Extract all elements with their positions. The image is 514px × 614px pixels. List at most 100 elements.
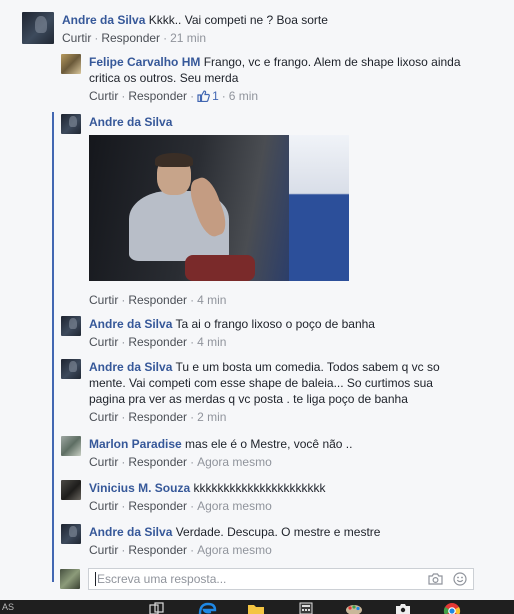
comment-author[interactable]: Andre da Silva bbox=[89, 317, 172, 331]
taskbar: AS bbox=[0, 600, 514, 614]
reply-comment: Felipe Carvalho HM Frango, vc e frango. … bbox=[61, 54, 465, 105]
comment-actions: Curtir · Responder · Agora mesmo bbox=[89, 497, 469, 515]
reply-placeholder: Escreva uma resposta... bbox=[97, 572, 227, 586]
comment-time[interactable]: Agora mesmo bbox=[197, 543, 272, 557]
reply-link[interactable]: Responder bbox=[128, 499, 187, 513]
camera-icon[interactable] bbox=[428, 573, 443, 585]
folder-icon[interactable] bbox=[246, 602, 266, 614]
separator: · bbox=[163, 31, 168, 45]
comment-actions: Curtir · Responder · 4 min bbox=[89, 291, 469, 309]
comment-time[interactable]: Agora mesmo bbox=[197, 499, 272, 513]
reply-link[interactable]: Responder bbox=[128, 455, 187, 469]
comment-text: Verdade. Descupa. O mestre e mestre bbox=[175, 525, 381, 539]
reply-link[interactable]: Responder bbox=[128, 335, 187, 349]
comment-text: mas ele é o Mestre, você não .. bbox=[185, 437, 353, 451]
calculator-icon[interactable] bbox=[296, 602, 316, 614]
comment-time[interactable]: 4 min bbox=[197, 293, 226, 307]
separator: · bbox=[190, 410, 195, 424]
comment-time[interactable]: 6 min bbox=[229, 89, 258, 103]
text-caret bbox=[95, 572, 96, 586]
chrome-icon[interactable] bbox=[442, 602, 462, 614]
smiley-icon[interactable] bbox=[453, 572, 467, 586]
like-link[interactable]: Curtir bbox=[89, 89, 118, 103]
paint-icon[interactable] bbox=[344, 602, 364, 614]
separator: · bbox=[121, 293, 126, 307]
avatar[interactable] bbox=[22, 12, 54, 44]
separator: · bbox=[121, 499, 126, 513]
comment-author[interactable]: Andre da Silva bbox=[89, 525, 172, 539]
avatar[interactable] bbox=[61, 436, 81, 456]
reply-comment: Vinicius M. Souza kkkkkkkkkkkkkkkkkkkkkk… bbox=[61, 480, 469, 515]
photo-shorts bbox=[185, 255, 255, 281]
photo-subject bbox=[119, 153, 255, 281]
reply-link[interactable]: Responder bbox=[101, 31, 160, 45]
reply-link[interactable]: Responder bbox=[128, 410, 187, 424]
comment-photo[interactable] bbox=[89, 135, 349, 281]
reply-comment: Andre da Silva Curtir · Responder · 4 min bbox=[61, 114, 469, 309]
separator: · bbox=[221, 89, 226, 103]
comment-time[interactable]: 21 min bbox=[170, 31, 206, 45]
comment-actions: Curtir · Responder · 21 min bbox=[62, 29, 502, 47]
avatar bbox=[60, 569, 80, 589]
like-link[interactable]: Curtir bbox=[89, 293, 118, 307]
reply-thread-indicator bbox=[52, 112, 54, 582]
reply-comment: Andre da Silva Tu e um bosta um comedia.… bbox=[61, 359, 455, 426]
comment-author[interactable]: Felipe Carvalho HM bbox=[89, 55, 200, 69]
thumbs-up-icon bbox=[197, 90, 210, 102]
avatar[interactable] bbox=[61, 54, 81, 74]
comment-thread: Andre da Silva Kkkk.. Vai competi ne ? B… bbox=[0, 0, 514, 600]
separator: · bbox=[121, 410, 126, 424]
separator: · bbox=[190, 543, 195, 557]
comment-time[interactable]: 2 min bbox=[197, 410, 226, 424]
photo-hair bbox=[155, 153, 193, 167]
comment-author[interactable]: Vinicius M. Souza bbox=[89, 481, 190, 495]
avatar[interactable] bbox=[61, 316, 81, 336]
comment-actions: Curtir · Responder · 1 · 6 min bbox=[89, 87, 465, 105]
avatar[interactable] bbox=[61, 359, 81, 379]
avatar[interactable] bbox=[61, 480, 81, 500]
taskbar-fragment: AS bbox=[2, 602, 15, 612]
reply-link[interactable]: Responder bbox=[128, 293, 187, 307]
like-link[interactable]: Curtir bbox=[89, 499, 118, 513]
like-link[interactable]: Curtir bbox=[62, 31, 91, 45]
avatar[interactable] bbox=[61, 114, 81, 134]
separator: · bbox=[121, 455, 126, 469]
photo-background bbox=[289, 135, 349, 281]
comment-author[interactable]: Andre da Silva bbox=[62, 13, 145, 27]
separator: · bbox=[190, 499, 195, 513]
like-link[interactable]: Curtir bbox=[89, 543, 118, 557]
comment-author[interactable]: Marlon Paradise bbox=[89, 437, 182, 451]
separator: · bbox=[190, 293, 195, 307]
like-link[interactable]: Curtir bbox=[89, 335, 118, 349]
like-count[interactable]: 1 bbox=[197, 89, 219, 103]
comment-actions: Curtir · Responder · 2 min bbox=[89, 408, 455, 426]
like-link[interactable]: Curtir bbox=[89, 455, 118, 469]
comment-time[interactable]: 4 min bbox=[197, 335, 226, 349]
comment-time[interactable]: Agora mesmo bbox=[197, 455, 272, 469]
like-count-value: 1 bbox=[212, 89, 219, 103]
comment-text: kkkkkkkkkkkkkkkkkkkkkk bbox=[193, 481, 326, 495]
edge-icon[interactable] bbox=[197, 602, 217, 614]
reply-input[interactable]: Escreva uma resposta... bbox=[88, 568, 474, 590]
reply-composer: Escreva uma resposta... bbox=[60, 568, 474, 590]
camera-app-icon[interactable] bbox=[393, 602, 413, 614]
like-link[interactable]: Curtir bbox=[89, 410, 118, 424]
comment: Andre da Silva Kkkk.. Vai competi ne ? B… bbox=[22, 12, 502, 47]
separator: · bbox=[190, 455, 195, 469]
comment-text: Kkkk.. Vai competi ne ? Boa sorte bbox=[148, 13, 328, 27]
reply-link[interactable]: Responder bbox=[128, 543, 187, 557]
separator: · bbox=[121, 543, 126, 557]
reply-comment: Andre da Silva Verdade. Descupa. O mestr… bbox=[61, 524, 469, 559]
comment-author[interactable]: Andre da Silva bbox=[89, 360, 172, 374]
reply-comment: Andre da Silva Ta ai o frango lixoso o p… bbox=[61, 316, 469, 351]
comment-author[interactable]: Andre da Silva bbox=[89, 115, 172, 129]
avatar[interactable] bbox=[61, 524, 81, 544]
task-view-icon[interactable] bbox=[146, 602, 166, 614]
separator: · bbox=[190, 335, 195, 349]
reply-link[interactable]: Responder bbox=[128, 89, 187, 103]
separator: · bbox=[121, 335, 126, 349]
reply-comment: Marlon Paradise mas ele é o Mestre, você… bbox=[61, 436, 469, 471]
separator: · bbox=[94, 31, 99, 45]
separator: · bbox=[190, 89, 195, 103]
comment-actions: Curtir · Responder · 4 min bbox=[89, 333, 469, 351]
